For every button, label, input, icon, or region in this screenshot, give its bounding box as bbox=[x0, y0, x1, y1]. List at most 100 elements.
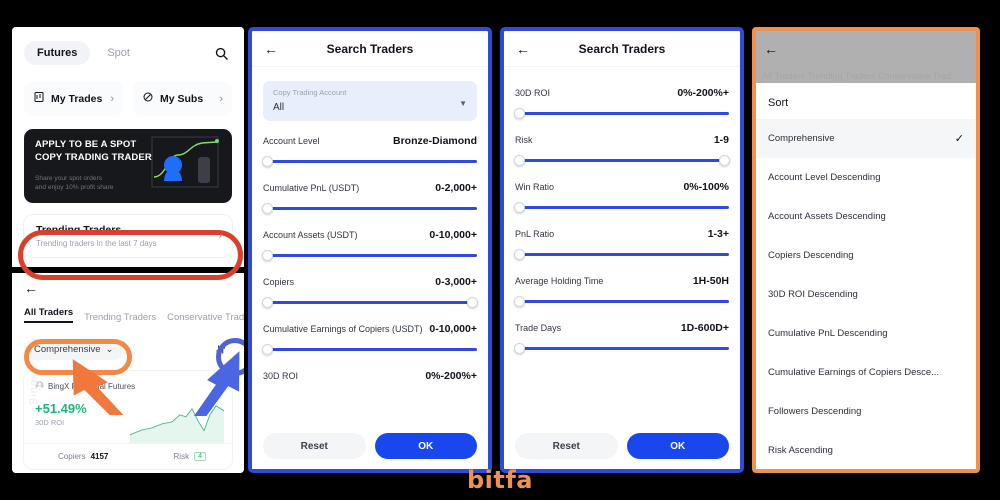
filter-row-account-assets: Account Assets (USDT) 0-10,000+ bbox=[262, 229, 477, 262]
filter-value: 0%-200%+ bbox=[425, 370, 477, 382]
slider-knob-left[interactable] bbox=[262, 344, 273, 355]
ok-button[interactable]: OK bbox=[626, 433, 729, 459]
sort-option-30d-roi-descending[interactable]: 30D ROI Descending bbox=[756, 275, 976, 314]
filter-value: 1D-600D+ bbox=[680, 322, 729, 334]
sort-option-account-level-descending[interactable]: Account Level Descending bbox=[756, 158, 976, 197]
reset-button[interactable]: Reset bbox=[515, 433, 618, 459]
range-slider-pnl-ratio[interactable] bbox=[514, 249, 729, 261]
document-icon bbox=[33, 90, 45, 108]
back-arrow-icon[interactable]: ← bbox=[764, 41, 778, 57]
chevron-right-icon: › bbox=[110, 92, 114, 105]
filter-value: 0-10,000+ bbox=[429, 323, 477, 335]
bingx-watermark: Bingx bbox=[28, 372, 40, 405]
filter-value: 0%-200%+ bbox=[677, 87, 729, 99]
banner-title-line2: COPY TRADING TRADER bbox=[35, 151, 152, 163]
range-slider-account-assets[interactable] bbox=[262, 250, 477, 262]
filter-value: 0%-100% bbox=[683, 181, 729, 193]
ok-button[interactable]: OK bbox=[374, 433, 477, 459]
filter-row-copiers: Copiers 0-3,000+ bbox=[262, 276, 478, 309]
filter-row-cumulative-earnings: Cumulative Earnings of Copiers (USDT) 0-… bbox=[262, 323, 477, 356]
my-subs-label: My Subs bbox=[160, 92, 204, 105]
slider-knob-left[interactable] bbox=[514, 202, 525, 213]
search-traders-body-1: Copy Trading Account All ▼ Account Level… bbox=[252, 67, 488, 382]
risk-value: 4 bbox=[194, 452, 206, 461]
back-arrow-icon[interactable]: ← bbox=[264, 41, 278, 57]
range-slider-trade-days[interactable] bbox=[514, 343, 729, 355]
sort-sheet-title: Sort bbox=[768, 97, 789, 109]
chevron-right-icon: › bbox=[218, 230, 222, 242]
sort-option-label: Account Assets Descending bbox=[768, 211, 886, 222]
sort-option-copiers-descending[interactable]: Copiers Descending bbox=[756, 236, 976, 275]
slider-track bbox=[515, 206, 729, 209]
copy-trading-account-select[interactable]: Copy Trading Account All ▼ bbox=[263, 81, 477, 121]
my-trades-label: My Trades bbox=[51, 92, 103, 105]
dimmed-background-overlay: ← All Traders Trending Traders Conservat… bbox=[756, 31, 976, 83]
slider-track bbox=[263, 254, 477, 257]
chevron-right-icon: › bbox=[219, 92, 223, 105]
range-slider-avg-holding-time[interactable] bbox=[514, 296, 729, 308]
slider-knob-left[interactable] bbox=[514, 155, 525, 166]
range-slider-win-ratio[interactable] bbox=[514, 202, 729, 214]
slider-knob-left[interactable] bbox=[262, 297, 273, 308]
annotation-arrow-orange bbox=[72, 359, 126, 415]
tab-trending-traders[interactable]: Trending Traders bbox=[84, 312, 156, 323]
trending-traders-subtitle: Trending traders in the last 7 days bbox=[36, 239, 157, 248]
bitfa-logo: bitfa bbox=[466, 466, 533, 494]
market-segment-tabs: Futures Spot bbox=[24, 35, 232, 65]
sort-option-label: Comprehensive bbox=[768, 133, 835, 144]
range-slider-risk[interactable] bbox=[514, 155, 730, 167]
sort-option-cumulative-pnl-descending[interactable]: Cumulative PnL Descending bbox=[756, 314, 976, 353]
circle-slash-icon bbox=[142, 90, 154, 108]
reset-button[interactable]: Reset bbox=[263, 433, 366, 459]
range-slider-cumulative-earnings[interactable] bbox=[262, 344, 477, 356]
slider-knob-left[interactable] bbox=[262, 250, 273, 261]
my-trades-button[interactable]: My Trades › bbox=[24, 81, 123, 116]
apply-trader-banner[interactable]: APPLY TO BE A SPOT COPY TRADING TRADER S… bbox=[24, 129, 232, 203]
tab-spot[interactable]: Spot bbox=[94, 41, 143, 65]
slider-knob-right[interactable] bbox=[719, 155, 730, 166]
filter-value: 1-3+ bbox=[707, 228, 729, 240]
filter-row-cumulative-pnl: Cumulative PnL (USDT) 0-2,000+ bbox=[262, 182, 477, 215]
slider-knob-left[interactable] bbox=[514, 108, 525, 119]
filter-row-account-level: Account Level Bronze-Diamond bbox=[262, 135, 477, 168]
my-subs-button[interactable]: My Subs › bbox=[133, 81, 232, 116]
back-arrow-icon[interactable]: ← bbox=[24, 281, 232, 295]
filter-row-win-ratio: Win Ratio 0%-100% bbox=[514, 181, 729, 214]
tab-all-traders[interactable]: All Traders bbox=[24, 307, 74, 323]
range-slider-copiers[interactable] bbox=[262, 297, 478, 309]
filter-label: Account Assets (USDT) bbox=[263, 230, 358, 240]
trending-traders-card[interactable]: Trending Traders Trending traders in the… bbox=[24, 215, 232, 257]
filter-row-pnl-ratio: PnL Ratio 1-3+ bbox=[514, 228, 729, 261]
range-slider-account-level[interactable] bbox=[262, 156, 477, 168]
banner-illustration bbox=[151, 136, 219, 188]
slider-knob-left[interactable] bbox=[262, 203, 273, 214]
sort-option-account-assets-descending[interactable]: Account Assets Descending bbox=[756, 197, 976, 236]
risk-label: Risk bbox=[173, 452, 190, 461]
sort-option-label: Risk Ascending bbox=[768, 445, 833, 456]
slider-track bbox=[263, 207, 477, 210]
sort-option-label: Account Level Descending bbox=[768, 172, 881, 183]
tab-conservative-traders[interactable]: Conservative Trader bbox=[167, 312, 244, 323]
tab-futures[interactable]: Futures bbox=[24, 41, 91, 65]
slider-track bbox=[515, 347, 729, 350]
annotation-arrow-blue bbox=[192, 351, 240, 416]
search-icon[interactable] bbox=[210, 42, 232, 64]
sort-option-followers-descending[interactable]: Followers Descending bbox=[756, 392, 976, 431]
filter-row-trade-days: Trade Days 1D-600D+ bbox=[514, 322, 729, 355]
range-slider-30d-roi[interactable] bbox=[514, 108, 729, 120]
sort-option-cumulative-earnings-descending[interactable]: Cumulative Earnings of Copiers Desce... bbox=[756, 353, 976, 392]
back-arrow-icon[interactable]: ← bbox=[516, 41, 530, 57]
filter-value: Bronze-Diamond bbox=[393, 135, 477, 147]
slider-knob-left[interactable] bbox=[262, 156, 273, 167]
sort-option-comprehensive[interactable]: Comprehensive ✓ bbox=[756, 119, 976, 158]
slider-track bbox=[515, 253, 729, 256]
slider-knob-right[interactable] bbox=[467, 297, 478, 308]
slider-knob-left[interactable] bbox=[514, 343, 525, 354]
range-slider-cumulative-pnl[interactable] bbox=[262, 203, 477, 215]
filter-row-30d-roi: 30D ROI 0%-200%+ bbox=[514, 87, 729, 120]
sort-option-risk-ascending[interactable]: Risk Ascending bbox=[756, 431, 976, 469]
slider-knob-left[interactable] bbox=[514, 249, 525, 260]
quick-links-row: My Trades › My Subs › bbox=[24, 81, 232, 116]
slider-knob-left[interactable] bbox=[514, 296, 525, 307]
search-traders-screen-1: ← Search Traders Copy Trading Account Al… bbox=[248, 27, 492, 473]
